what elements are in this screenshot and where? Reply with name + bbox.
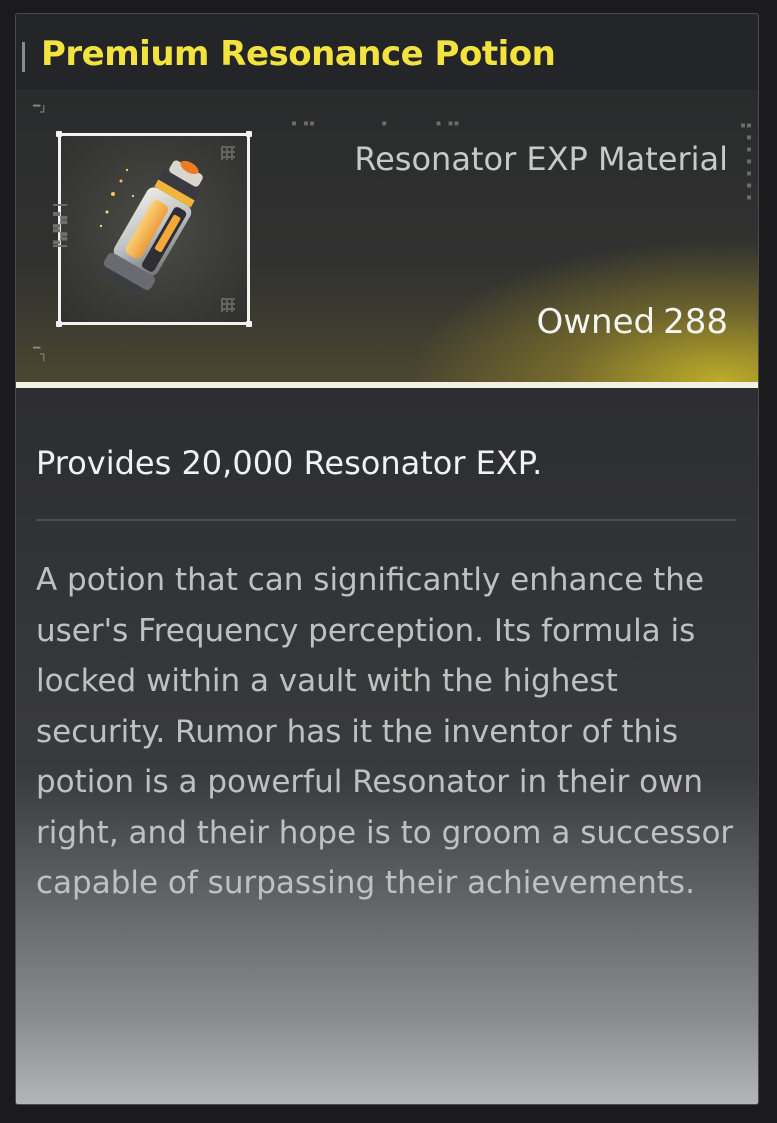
owned-number: 288 — [663, 302, 728, 342]
title-accent-bar — [22, 42, 25, 72]
owned-label: Owned — [536, 302, 656, 342]
item-description: A potion that can significantly enhance … — [36, 562, 734, 901]
item-category: Resonator EXP Material — [354, 140, 728, 178]
corner-mark-top: ▔┘ — [33, 105, 48, 119]
decor-dots-side: ▪▪ ▪ ▪ ▪ ▪ ▪ ▪ — [739, 120, 752, 203]
item-icon-frame[interactable]: ▎▞▚▞▚▎ — [53, 131, 252, 327]
corner-mark-bottom: ▔┐ — [33, 347, 48, 361]
potion-canister-icon — [99, 160, 203, 296]
owned-count: Owned 288 — [536, 302, 728, 342]
item-title: Premium Resonance Potion — [41, 34, 556, 74]
section-divider — [36, 519, 736, 521]
item-effect: Provides 20,000 Resonator EXP. — [36, 444, 543, 482]
header-underline — [16, 382, 758, 388]
title-bar: Premium Resonance Potion — [16, 14, 758, 90]
decor-dots-top: ▪ ▪▪ ▪ ▪ ▪▪ — [291, 118, 460, 129]
item-header: ▔┘ ▔┐ ▪ ▪▪ ▪ ▪ ▪▪ ▪▪▪▪▪▪▪▪ ▎▞▚▞▚▎ — [16, 90, 758, 382]
item-detail-panel: Premium Resonance Potion ▔┘ ▔┐ ▪ ▪▪ ▪ ▪ … — [15, 13, 759, 1105]
